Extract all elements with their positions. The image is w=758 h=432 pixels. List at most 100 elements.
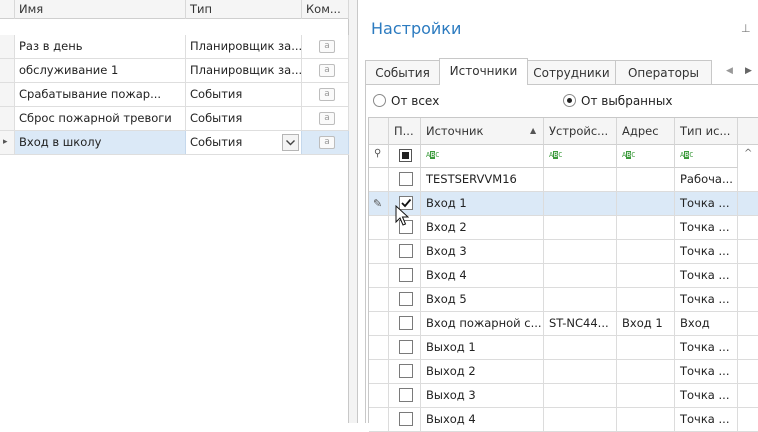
device-cell[interactable] (544, 360, 617, 383)
table-row[interactable]: Выход 4 Точка ... (369, 408, 758, 432)
address-cell[interactable]: Вход 1 (617, 312, 675, 335)
table-row[interactable]: Вход 4 Точка ... (369, 264, 758, 288)
table-row[interactable]: Выход 1 Точка ... (369, 336, 758, 360)
source-cell[interactable]: Вход пожарной с... (421, 312, 544, 335)
device-cell[interactable] (544, 408, 617, 431)
filter-source-type[interactable]: ABC (675, 145, 738, 168)
checkbox[interactable] (399, 268, 413, 282)
column-header-comment[interactable]: Ком... (302, 0, 349, 19)
scenario-type[interactable]: События (186, 107, 302, 130)
memo-icon[interactable]: a (319, 40, 335, 53)
comment-cell[interactable]: a (302, 107, 349, 130)
address-cell[interactable] (617, 360, 675, 383)
source-cell[interactable]: Выход 1 (421, 336, 544, 359)
scenario-name[interactable]: Срабатывание пожар... (15, 83, 186, 106)
table-row[interactable]: Выход 3 Точка ... (369, 384, 758, 408)
table-row[interactable]: обслуживание 1 Планировщик за... a (0, 59, 349, 83)
scenario-name[interactable]: Раз в день (15, 35, 186, 58)
table-row-selected[interactable]: ▸ Вход в школу События a (0, 131, 349, 155)
panel-splitter[interactable] (349, 0, 358, 423)
comment-cell[interactable]: a (302, 83, 349, 106)
source-cell[interactable]: Вход 4 (421, 264, 544, 287)
address-cell[interactable] (617, 384, 675, 407)
device-cell[interactable]: ST-NC44... (544, 312, 617, 335)
comment-cell[interactable]: a (302, 59, 349, 82)
column-header-address[interactable]: Адрес (617, 118, 675, 145)
dropdown-button[interactable] (282, 134, 299, 151)
scenario-name[interactable]: Сброс пожарной тревоги (15, 107, 186, 130)
table-row[interactable]: Срабатывание пожар... События a (0, 83, 349, 107)
column-header-type[interactable]: Тип (186, 0, 302, 19)
checkbox[interactable] (399, 244, 413, 258)
source-type-cell[interactable]: Точка ... (675, 264, 738, 287)
checkbox[interactable] (399, 340, 413, 354)
address-cell[interactable] (617, 240, 675, 263)
source-type-cell[interactable]: Точка ... (675, 360, 738, 383)
checkbox[interactable] (399, 316, 413, 330)
device-cell[interactable] (544, 288, 617, 311)
scenario-type[interactable]: Планировщик за... (186, 59, 302, 82)
checkbox-cell[interactable] (389, 168, 421, 191)
address-cell[interactable] (617, 216, 675, 239)
column-header-name[interactable]: Имя (15, 0, 186, 19)
address-cell[interactable] (617, 192, 675, 215)
address-cell[interactable] (617, 408, 675, 431)
checkbox[interactable] (399, 292, 413, 306)
checkbox[interactable] (399, 388, 413, 402)
source-type-cell[interactable]: Точка ... (675, 240, 738, 263)
checkbox-cell[interactable] (389, 264, 421, 287)
tab-events[interactable]: События (365, 60, 440, 85)
source-type-cell[interactable]: Точка ... (675, 216, 738, 239)
address-cell[interactable] (617, 168, 675, 191)
table-row[interactable]: Вход 2 Точка ... (369, 216, 758, 240)
source-cell[interactable]: Вход 1 (421, 192, 544, 215)
table-row[interactable]: TESTSERVVM16 Рабоча... (369, 168, 758, 192)
tab-sources[interactable]: Источники (439, 58, 528, 85)
filter-address[interactable]: ABC (617, 145, 675, 168)
checkbox-cell[interactable] (389, 408, 421, 431)
table-row[interactable]: Вход 3 Точка ... (369, 240, 758, 264)
source-cell[interactable]: Выход 4 (421, 408, 544, 431)
memo-icon[interactable]: a (319, 136, 335, 149)
filter-checkbox[interactable] (399, 149, 412, 162)
source-cell[interactable]: Выход 2 (421, 360, 544, 383)
scroll-up-icon[interactable]: ^ (744, 148, 752, 159)
device-cell[interactable] (544, 384, 617, 407)
column-header-device[interactable]: Устройс... (544, 118, 617, 145)
source-type-cell[interactable]: Точка ... (675, 384, 738, 407)
source-cell[interactable]: Выход 3 (421, 384, 544, 407)
source-cell[interactable]: TESTSERVVM16 (421, 168, 544, 191)
checkbox[interactable] (399, 172, 413, 186)
source-type-cell[interactable]: Вход (675, 312, 738, 335)
table-row[interactable]: Вход пожарной с... ST-NC44... Вход 1 Вход (369, 312, 758, 336)
scenario-type[interactable]: События (186, 83, 302, 106)
scenario-type-combo[interactable]: События (186, 131, 302, 154)
source-type-cell[interactable]: Точка ... (675, 336, 738, 359)
address-cell[interactable] (617, 288, 675, 311)
scenario-name[interactable]: обслуживание 1 (15, 59, 186, 82)
device-cell[interactable] (544, 240, 617, 263)
tab-employees[interactable]: Сотрудники (527, 60, 616, 85)
comment-cell[interactable]: a (302, 35, 349, 58)
source-type-cell[interactable]: Точка ... (675, 408, 738, 431)
device-cell[interactable] (544, 216, 617, 239)
pin-icon[interactable]: ⊥ (741, 22, 751, 35)
table-row[interactable]: Выход 2 Точка ... (369, 360, 758, 384)
device-cell[interactable] (544, 336, 617, 359)
memo-icon[interactable]: a (319, 88, 335, 101)
checkbox[interactable] (399, 412, 413, 426)
filter-checkbox-cell[interactable] (389, 145, 421, 168)
source-cell[interactable]: Вход 5 (421, 288, 544, 311)
column-header-source-type[interactable]: Тип ис... (675, 118, 738, 145)
checkbox-cell[interactable] (389, 312, 421, 335)
source-type-cell[interactable]: Точка ... (675, 288, 738, 311)
column-header-source[interactable]: Источник ▲ (421, 118, 544, 145)
checkbox-cell[interactable] (389, 360, 421, 383)
radio-button-checked[interactable] (563, 94, 576, 107)
tab-scroll-right-icon[interactable]: ▶ (745, 66, 752, 76)
filter-device[interactable]: ABC (544, 145, 617, 168)
address-cell[interactable] (617, 264, 675, 287)
table-row[interactable]: Вход 5 Точка ... (369, 288, 758, 312)
source-type-cell[interactable]: Рабоча... (675, 168, 738, 191)
memo-icon[interactable]: a (319, 64, 335, 77)
